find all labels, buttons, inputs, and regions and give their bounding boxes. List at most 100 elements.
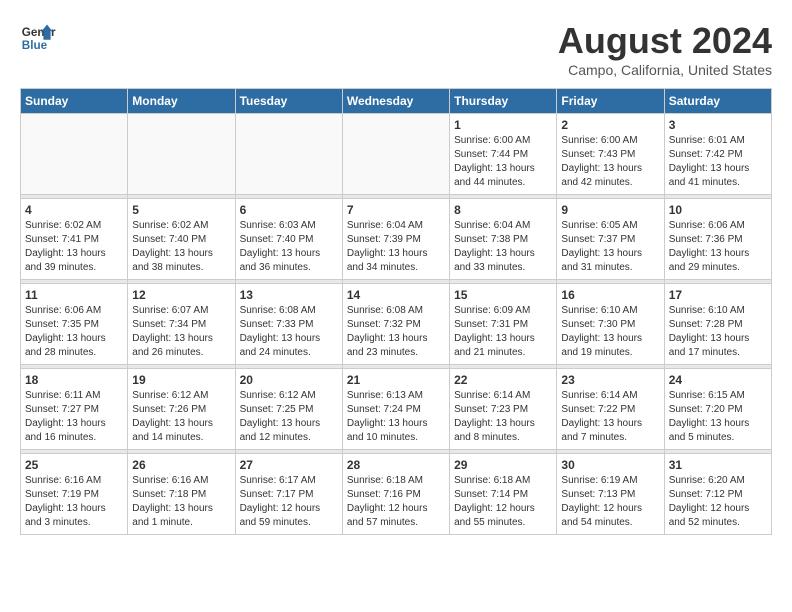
day-info: Sunrise: 6:00 AMSunset: 7:43 PMDaylight:… xyxy=(561,134,659,190)
calendar-cell xyxy=(21,114,128,195)
day-number: 11 xyxy=(25,288,123,302)
day-number: 4 xyxy=(25,203,123,217)
day-info: Sunrise: 6:00 AMSunset: 7:44 PMDaylight:… xyxy=(454,134,552,190)
calendar-cell: 25Sunrise: 6:16 AMSunset: 7:19 PMDayligh… xyxy=(21,454,128,535)
logo: General Blue xyxy=(20,20,56,56)
calendar-cell: 24Sunrise: 6:15 AMSunset: 7:20 PMDayligh… xyxy=(664,369,771,450)
day-number: 29 xyxy=(454,458,552,472)
calendar-cell: 29 Sunrise: 6:18 AMSunset: 7:14 PMDayligh… xyxy=(450,454,557,535)
day-info: Sunrise: 6:07 AMSunset: 7:34 PMDaylight:… xyxy=(132,304,230,360)
day-info: Sunrise: 6:17 AMSunset: 7:17 PMDaylight:… xyxy=(240,474,338,530)
day-number: 1 xyxy=(454,118,552,132)
day-number: 13 xyxy=(240,288,338,302)
day-number: 5 xyxy=(132,203,230,217)
svg-text:General: General xyxy=(22,26,56,39)
day-info: Sunrise: 6:04 AMSunset: 7:38 PMDaylight:… xyxy=(454,219,552,275)
calendar-cell: 30 Sunrise: 6:19 AMSunset: 7:13 PMDayligh… xyxy=(557,454,664,535)
calendar-cell: 17Sunrise: 6:10 AMSunset: 7:28 PMDayligh… xyxy=(664,284,771,365)
weekday-header-saturday: Saturday xyxy=(664,89,771,114)
calendar-header-row: SundayMondayTuesdayWednesdayThursdayFrid… xyxy=(21,89,772,114)
calendar-cell: 26Sunrise: 6:16 AMSunset: 7:18 PMDayligh… xyxy=(128,454,235,535)
page-header: General Blue August 2024 Campo, Californ… xyxy=(20,20,772,78)
day-info: Sunrise: 6:12 AMSunset: 7:26 PMDaylight:… xyxy=(132,389,230,445)
weekday-header-tuesday: Tuesday xyxy=(235,89,342,114)
calendar-cell: 8 Sunrise: 6:04 AMSunset: 7:38 PMDaylight… xyxy=(450,199,557,280)
calendar-cell: 2 Sunrise: 6:00 AMSunset: 7:43 PMDaylight… xyxy=(557,114,664,195)
day-number: 31 xyxy=(669,458,767,472)
calendar-week-1: 1 Sunrise: 6:00 AMSunset: 7:44 PMDaylight… xyxy=(21,114,772,195)
calendar-cell: 21 Sunrise: 6:13 AMSunset: 7:24 PMDayligh… xyxy=(342,369,449,450)
day-number: 3 xyxy=(669,118,767,132)
day-info: Sunrise: 6:08 AMSunset: 7:32 PMDaylight:… xyxy=(347,304,445,360)
day-number: 22 xyxy=(454,373,552,387)
calendar-cell: 11Sunrise: 6:06 AMSunset: 7:35 PMDayligh… xyxy=(21,284,128,365)
calendar-cell: 9Sunrise: 6:05 AMSunset: 7:37 PMDaylight… xyxy=(557,199,664,280)
day-number: 10 xyxy=(669,203,767,217)
calendar-cell: 10 Sunrise: 6:06 AMSunset: 7:36 PMDayligh… xyxy=(664,199,771,280)
day-number: 24 xyxy=(669,373,767,387)
day-info: Sunrise: 6:18 AMSunset: 7:16 PMDaylight:… xyxy=(347,474,445,530)
calendar-cell: 12Sunrise: 6:07 AMSunset: 7:34 PMDayligh… xyxy=(128,284,235,365)
calendar-cell: 15 Sunrise: 6:09 AMSunset: 7:31 PMDayligh… xyxy=(450,284,557,365)
calendar-cell: 27Sunrise: 6:17 AMSunset: 7:17 PMDayligh… xyxy=(235,454,342,535)
calendar-cell: 22Sunrise: 6:14 AMSunset: 7:23 PMDayligh… xyxy=(450,369,557,450)
calendar-cell xyxy=(235,114,342,195)
weekday-header-wednesday: Wednesday xyxy=(342,89,449,114)
calendar-cell: 23Sunrise: 6:14 AMSunset: 7:22 PMDayligh… xyxy=(557,369,664,450)
title-block: August 2024 Campo, California, United St… xyxy=(558,20,772,78)
weekday-header-thursday: Thursday xyxy=(450,89,557,114)
day-info: Sunrise: 6:03 AMSunset: 7:40 PMDaylight:… xyxy=(240,219,338,275)
day-info: Sunrise: 6:10 AMSunset: 7:30 PMDaylight:… xyxy=(561,304,659,360)
calendar-cell: 6 Sunrise: 6:03 AMSunset: 7:40 PMDaylight… xyxy=(235,199,342,280)
calendar-week-5: 25Sunrise: 6:16 AMSunset: 7:19 PMDayligh… xyxy=(21,454,772,535)
day-info: Sunrise: 6:09 AMSunset: 7:31 PMDaylight:… xyxy=(454,304,552,360)
day-info: Sunrise: 6:19 AMSunset: 7:13 PMDaylight:… xyxy=(561,474,659,530)
day-info: Sunrise: 6:13 AMSunset: 7:24 PMDaylight:… xyxy=(347,389,445,445)
weekday-header-sunday: Sunday xyxy=(21,89,128,114)
calendar-cell: 13 Sunrise: 6:08 AMSunset: 7:33 PMDayligh… xyxy=(235,284,342,365)
calendar-cell: 16 Sunrise: 6:10 AMSunset: 7:30 PMDayligh… xyxy=(557,284,664,365)
day-number: 18 xyxy=(25,373,123,387)
day-info: Sunrise: 6:08 AMSunset: 7:33 PMDaylight:… xyxy=(240,304,338,360)
weekday-header-friday: Friday xyxy=(557,89,664,114)
day-info: Sunrise: 6:12 AMSunset: 7:25 PMDaylight:… xyxy=(240,389,338,445)
day-number: 8 xyxy=(454,203,552,217)
calendar-cell: 1 Sunrise: 6:00 AMSunset: 7:44 PMDaylight… xyxy=(450,114,557,195)
day-info: Sunrise: 6:16 AMSunset: 7:19 PMDaylight:… xyxy=(25,474,123,530)
day-number: 7 xyxy=(347,203,445,217)
calendar-cell: 5 Sunrise: 6:02 AMSunset: 7:40 PMDaylight… xyxy=(128,199,235,280)
calendar-week-4: 18 Sunrise: 6:11 AMSunset: 7:27 PMDayligh… xyxy=(21,369,772,450)
day-number: 14 xyxy=(347,288,445,302)
calendar-table: SundayMondayTuesdayWednesdayThursdayFrid… xyxy=(20,88,772,535)
day-number: 6 xyxy=(240,203,338,217)
day-number: 9 xyxy=(561,203,659,217)
day-number: 30 xyxy=(561,458,659,472)
calendar-cell xyxy=(342,114,449,195)
weekday-header-monday: Monday xyxy=(128,89,235,114)
calendar-cell: 28 Sunrise: 6:18 AMSunset: 7:16 PMDayligh… xyxy=(342,454,449,535)
day-info: Sunrise: 6:11 AMSunset: 7:27 PMDaylight:… xyxy=(25,389,123,445)
day-number: 23 xyxy=(561,373,659,387)
day-number: 16 xyxy=(561,288,659,302)
calendar-cell: 3 Sunrise: 6:01 AMSunset: 7:42 PMDaylight… xyxy=(664,114,771,195)
calendar-cell: 14 Sunrise: 6:08 AMSunset: 7:32 PMDayligh… xyxy=(342,284,449,365)
calendar-cell: 20 Sunrise: 6:12 AMSunset: 7:25 PMDayligh… xyxy=(235,369,342,450)
day-info: Sunrise: 6:04 AMSunset: 7:39 PMDaylight:… xyxy=(347,219,445,275)
day-number: 28 xyxy=(347,458,445,472)
day-number: 21 xyxy=(347,373,445,387)
day-info: Sunrise: 6:02 AMSunset: 7:41 PMDaylight:… xyxy=(25,219,123,275)
calendar-cell: 7 Sunrise: 6:04 AMSunset: 7:39 PMDaylight… xyxy=(342,199,449,280)
day-info: Sunrise: 6:10 AMSunset: 7:28 PMDaylight:… xyxy=(669,304,767,360)
calendar-cell: 4 Sunrise: 6:02 AMSunset: 7:41 PMDaylight… xyxy=(21,199,128,280)
day-number: 2 xyxy=(561,118,659,132)
day-number: 20 xyxy=(240,373,338,387)
day-info: Sunrise: 6:01 AMSunset: 7:42 PMDaylight:… xyxy=(669,134,767,190)
day-info: Sunrise: 6:02 AMSunset: 7:40 PMDaylight:… xyxy=(132,219,230,275)
svg-text:Blue: Blue xyxy=(22,39,48,52)
calendar-cell: 19Sunrise: 6:12 AMSunset: 7:26 PMDayligh… xyxy=(128,369,235,450)
day-info: Sunrise: 6:18 AMSunset: 7:14 PMDaylight:… xyxy=(454,474,552,530)
calendar-cell: 31Sunrise: 6:20 AMSunset: 7:12 PMDayligh… xyxy=(664,454,771,535)
month-title: August 2024 xyxy=(558,20,772,62)
day-number: 15 xyxy=(454,288,552,302)
day-info: Sunrise: 6:06 AMSunset: 7:36 PMDaylight:… xyxy=(669,219,767,275)
